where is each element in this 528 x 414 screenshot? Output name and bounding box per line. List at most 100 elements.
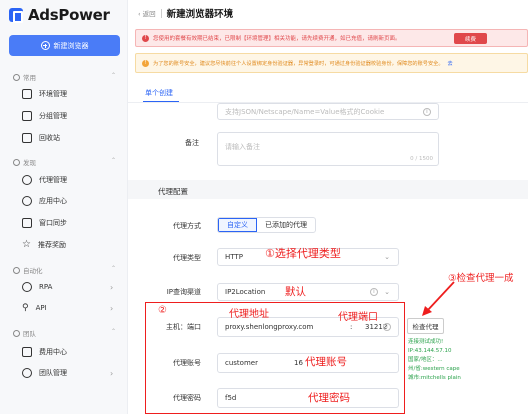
robot-icon [22, 282, 32, 292]
section-label: 团队 [23, 330, 36, 338]
home-icon [13, 73, 20, 81]
app-center-icon [22, 196, 32, 206]
sidebar-item-label: 费用中心 [39, 348, 67, 356]
proxy-type-label: 代理类型 [173, 254, 201, 262]
sidebar-item-label: 分组管理 [39, 112, 67, 120]
new-browser-label: 新建浏览器 [53, 41, 89, 50]
chevron-up-icon: ⌃ [111, 157, 117, 164]
trash-icon [22, 133, 32, 143]
chevron-right-icon: › [110, 282, 114, 292]
check-result: 连接测试成功! IP:43.144.57.10 国家/地区：... 州/省:we… [408, 338, 461, 383]
proxy-section-bar [128, 180, 528, 199]
sync-icon [22, 218, 32, 228]
back-link[interactable]: ‹ 返回 [138, 8, 156, 18]
chevron-down-icon: ⌄ [384, 253, 390, 261]
error-icon: ! [142, 34, 149, 42]
compass-icon [13, 158, 20, 166]
annotation-proxy-port: 代理端口 [338, 312, 378, 323]
remark-counter: 0 / 1500 [410, 156, 433, 162]
proxy-mode-toggle: 自定义 已添加的代理 [217, 217, 316, 233]
section-automation[interactable]: 自动化 ⌃ [13, 265, 116, 275]
check-result-line: 连接测试成功! [408, 339, 444, 345]
chevron-up-icon: ⌃ [111, 72, 117, 79]
new-browser-button[interactable]: 新建浏览器 [9, 35, 120, 56]
sidebar-item-label: RPA [39, 283, 53, 291]
annotation-proxy-password: 代理密码 [308, 392, 350, 404]
sidebar-item-team[interactable]: 团队管理 › [22, 368, 113, 378]
renew-button[interactable]: 续费 [454, 33, 487, 44]
info-icon[interactable]: i [370, 288, 378, 296]
sidebar-item-label: 环境管理 [39, 90, 67, 98]
back-label: 返回 [142, 10, 156, 18]
check-result-line: 城市:mitchells plain [408, 375, 461, 381]
tab-single-create[interactable]: 单个创建 [145, 88, 173, 98]
warning-icon: ! [142, 59, 149, 67]
sidebar-item-billing[interactable]: 费用中心 [22, 347, 67, 357]
sidebar-item-trash[interactable]: 回收站 [22, 133, 60, 143]
ip-channel-label: IP查询渠道 [166, 288, 201, 296]
sidebar-item-group[interactable]: 分组管理 [22, 111, 67, 121]
ip-channel-select[interactable]: IP2Location i ⌄ [217, 283, 399, 301]
chevron-up-icon: ⌃ [111, 328, 117, 335]
sidebar-item-rpa[interactable]: RPA › [22, 282, 113, 292]
sidebar-item-sync[interactable]: 窗口同步 [22, 218, 67, 228]
annotation-step1: ①选择代理类型 [265, 247, 341, 260]
chevron-right-icon: › [110, 368, 114, 378]
cookie-field[interactable]: 支持JSON/Netscape/Name=Value格式的Cookie i [217, 103, 439, 120]
billing-icon [22, 347, 32, 357]
api-icon: ⚲ [22, 303, 29, 313]
sidebar-item-api[interactable]: ⚲ API › [22, 303, 113, 313]
proxy-section-title: 代理配置 [158, 187, 188, 196]
main-content: ‹ 返回 新建浏览器环境 ! 您使用的套餐有效期已结束，已限制【环境管理】相关功… [128, 0, 528, 414]
section-common[interactable]: 常用 ⌃ [13, 72, 116, 82]
section-label: 常用 [23, 74, 36, 82]
error-alert-text: 您使用的套餐有效期已结束，已限制【环境管理】相关功能，请先续费开通，如已充值，请… [153, 36, 401, 42]
proxy-mode-saved[interactable]: 已添加的代理 [257, 218, 315, 232]
warning-alert: ! 为了您的账号安全，建议您尽快前往个人设置绑定身份验证器，异常登录时，可通过身… [135, 53, 528, 73]
section-team[interactable]: 团队 ⌃ [13, 328, 116, 338]
sidebar-item-referral[interactable]: ☆ 推荐奖励 [22, 239, 66, 250]
section-label: 自动化 [23, 267, 43, 275]
page-title: 新建浏览器环境 [166, 9, 234, 20]
sidebar-item-label: 推荐奖励 [37, 240, 66, 249]
sidebar-item-proxy[interactable]: 代理管理 [22, 175, 67, 185]
proxy-type-value: HTTP [225, 253, 243, 261]
plus-icon [40, 41, 50, 50]
sidebar-item-label: 应用中心 [39, 197, 67, 205]
chevron-right-icon: › [110, 303, 114, 313]
app-logo: AdsPower [9, 6, 110, 24]
section-discover[interactable]: 发现 ⌃ [13, 157, 116, 167]
proxy-mode-custom[interactable]: 自定义 [218, 218, 257, 232]
sidebar-item-env[interactable]: 环境管理 [22, 89, 67, 99]
ip-channel-value: IP2Location [225, 288, 266, 296]
remark-label: 备注 [185, 139, 199, 147]
annotation-arrow-icon [422, 281, 455, 316]
proxy-mode-label: 代理方式 [173, 222, 201, 230]
check-proxy-button[interactable]: 检查代理 [407, 318, 444, 334]
logo-icon [9, 8, 23, 23]
warning-alert-text: 为了您的账号安全，建议您尽快前往个人设置绑定身份验证器，异常登录时，可通过身份验… [153, 60, 444, 67]
proxy-icon [22, 175, 32, 185]
cookie-placeholder: 支持JSON/Netscape/Name=Value格式的Cookie [225, 107, 385, 116]
sidebar-item-app-center[interactable]: 应用中心 [22, 196, 67, 206]
info-icon[interactable]: i [423, 107, 431, 116]
sidebar-item-label: 回收站 [39, 134, 60, 142]
error-alert: ! 您使用的套餐有效期已结束，已限制【环境管理】相关功能，请先续费开通，如已充值… [135, 29, 528, 47]
remark-field[interactable]: 请输入备注 0 / 1500 [217, 132, 439, 166]
browser-icon [22, 89, 32, 99]
annotation-step2: ② [158, 305, 167, 316]
divider [160, 8, 162, 18]
sidebar-item-label: API [35, 304, 47, 312]
automation-icon [13, 266, 20, 274]
annotation-default: 默认 [285, 286, 306, 298]
team-icon [22, 368, 32, 378]
chevron-down-icon: ⌄ [384, 288, 390, 296]
sidebar-item-label: 团队管理 [39, 369, 67, 377]
warning-link[interactable]: 去 [448, 60, 453, 67]
folder-icon [22, 111, 32, 121]
check-result-line: 州/省:western cape [408, 366, 460, 372]
page-header: ‹ 返回 新建浏览器环境 [128, 0, 528, 26]
star-icon: ☆ [22, 239, 31, 250]
app-name: AdsPower [28, 6, 110, 24]
remark-placeholder: 请输入备注 [225, 143, 260, 151]
